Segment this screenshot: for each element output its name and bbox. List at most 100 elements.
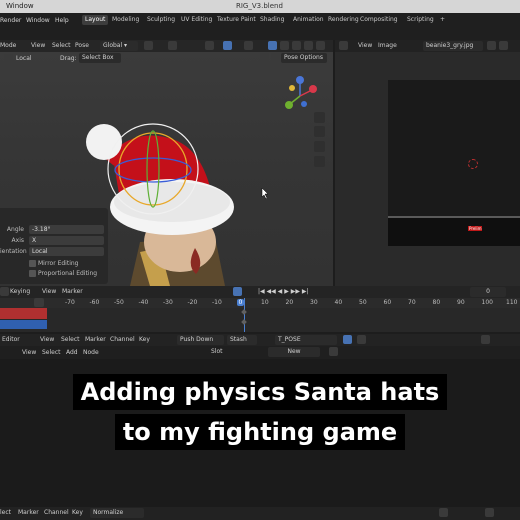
mirror-editing-checkbox[interactable] <box>29 260 36 267</box>
snap-icon[interactable] <box>168 41 177 50</box>
angle-field[interactable]: -3.18° <box>29 225 104 234</box>
window-menu[interactable]: Window <box>6 2 34 10</box>
normalize-toggle[interactable]: Normalize <box>90 508 144 518</box>
node-menu[interactable]: Node <box>83 349 99 356</box>
pose-options-dropdown[interactable]: Pose Options <box>281 53 327 63</box>
fake-user-icon[interactable] <box>357 335 366 344</box>
shading-render-icon[interactable] <box>304 41 313 50</box>
frame-tick: -70 <box>65 299 75 306</box>
timeline-editor-icon[interactable] <box>0 287 9 296</box>
frame-tick: 80 <box>432 299 441 306</box>
view-menu[interactable]: View <box>31 42 45 49</box>
camera-view-icon[interactable] <box>314 141 325 152</box>
overlay-icon[interactable] <box>205 41 214 50</box>
editor-menu[interactable]: Editor <box>2 336 20 343</box>
workspace-tab[interactable]: UV Editing <box>178 15 215 25</box>
frame-tick: 60 <box>383 299 392 306</box>
bottom-select-menu[interactable]: lect <box>0 509 11 516</box>
workspace-tab[interactable]: Modeling <box>109 15 142 25</box>
bottom-channel-menu[interactable]: Channel <box>44 509 69 516</box>
frame-tick: 110 <box>506 299 518 306</box>
xray-icon[interactable] <box>244 41 253 50</box>
workspace-tab[interactable]: Shading <box>257 15 287 25</box>
zoom-icon[interactable] <box>314 112 325 123</box>
keyframe[interactable] <box>241 319 247 325</box>
frame-tick: -10 <box>212 299 222 306</box>
image-file-field[interactable]: beanie3_gry.jpg <box>423 41 483 51</box>
mode-menu[interactable]: Mode <box>0 42 16 49</box>
menu-window[interactable]: Window <box>26 17 50 24</box>
action-channel-menu[interactable]: Channel <box>110 336 135 343</box>
orientation-value-dropdown[interactable]: Local <box>29 247 104 256</box>
bottom-filter-icon[interactable] <box>439 508 448 517</box>
frame-tick: -30 <box>163 299 173 306</box>
stash-button[interactable]: Stash <box>227 335 257 345</box>
mirror-y-icon[interactable] <box>271 53 280 62</box>
select-menu[interactable]: Select <box>52 42 71 49</box>
image-pin-icon[interactable] <box>487 41 496 50</box>
filter-icon[interactable] <box>481 335 490 344</box>
workspace-tab[interactable]: Scripting <box>404 15 437 25</box>
bottom-funnel-icon[interactable] <box>485 508 494 517</box>
frame-tick: -60 <box>89 299 100 306</box>
drag-select-box[interactable]: Select Box <box>79 53 121 63</box>
workspace-tab[interactable]: Layout <box>82 15 109 25</box>
workspace-tab[interactable]: Sculpting <box>144 15 178 25</box>
image-close-icon[interactable] <box>499 41 508 50</box>
workspace-tab[interactable]: Texture Paint <box>214 15 259 25</box>
frame-tick: -50 <box>114 299 124 306</box>
orientation-text: Local <box>32 248 48 255</box>
timeline-view-menu[interactable]: View <box>42 288 56 295</box>
transform-space[interactable]: Local <box>16 55 32 62</box>
bottom-marker-menu[interactable]: Marker <box>18 509 39 516</box>
menu-render[interactable]: Render <box>0 17 21 24</box>
action-select-menu[interactable]: Select <box>61 336 80 343</box>
timeline-expand-icon[interactable] <box>34 298 44 307</box>
image-menu[interactable]: Image <box>378 42 397 49</box>
timeline-body[interactable] <box>0 298 520 332</box>
image-view-menu[interactable]: View <box>358 42 372 49</box>
playhead[interactable] <box>244 298 245 332</box>
record-icon[interactable] <box>233 287 242 296</box>
action-name-field[interactable]: T_POSE <box>275 335 337 345</box>
bottom-key-menu[interactable]: Key <box>72 509 83 516</box>
action-marker-menu[interactable]: Marker <box>85 336 106 343</box>
workspace-tab[interactable]: Animation <box>290 15 327 25</box>
shading-options-icon[interactable] <box>316 41 325 50</box>
tool-icon[interactable] <box>4 54 13 63</box>
grid-view-icon[interactable] <box>314 156 325 167</box>
shading-wire-icon[interactable] <box>280 41 289 50</box>
proportional-editing-checkbox[interactable] <box>29 270 36 277</box>
menu-help[interactable]: Help <box>55 17 69 24</box>
mirror-x-icon[interactable] <box>260 53 269 62</box>
workspace-tab[interactable]: Compositing <box>357 15 401 25</box>
node-view-menu[interactable]: View <box>22 349 36 356</box>
image-editor[interactable]: Prelim <box>335 52 520 286</box>
editor-type-icon[interactable] <box>339 41 348 50</box>
current-frame-field[interactable]: 0 <box>470 287 506 297</box>
file-title: RIG_V3.blend <box>236 2 283 10</box>
push-down-button[interactable]: Push Down <box>177 335 224 345</box>
keying-menu[interactable]: Keying <box>10 288 30 295</box>
keyframe[interactable] <box>241 309 247 315</box>
orientation-dropdown[interactable]: Global ▾ <box>100 41 138 51</box>
pose-menu[interactable]: Pose <box>75 42 89 49</box>
gizmo-toggle-icon[interactable] <box>223 41 232 50</box>
shading-material-icon[interactable] <box>292 41 301 50</box>
blender-window: { "titlebar": {"window_menu": "Window", … <box>0 0 520 520</box>
timeline-marker-menu[interactable]: Marker <box>62 288 83 295</box>
timeline-ruler[interactable]: -70 -60 -50 -40 -30 -20 -10 0 10 20 30 40 50 60 70 80 90… <box>0 298 520 308</box>
node-add-menu[interactable]: Add <box>66 349 78 356</box>
playback-controls[interactable]: |◀ ◀◀ ◀ ▶ ▶▶ ▶| <box>258 288 309 295</box>
workspace-tab[interactable]: + <box>437 15 448 25</box>
action-users-icon[interactable] <box>343 335 352 344</box>
node-select-menu[interactable]: Select <box>42 349 61 356</box>
axis-dropdown[interactable]: X <box>29 236 104 245</box>
node-editor-header: View Select Add Node <box>0 347 520 359</box>
hand-pan-icon[interactable] <box>314 126 325 137</box>
pivot-icon[interactable] <box>144 41 153 50</box>
shading-solid-icon[interactable] <box>268 41 277 50</box>
action-key-menu[interactable]: Key <box>139 336 150 343</box>
tool-settings-bar: Local Drag: Select Box Pose Options <box>0 53 333 65</box>
action-view-menu[interactable]: View <box>40 336 54 343</box>
